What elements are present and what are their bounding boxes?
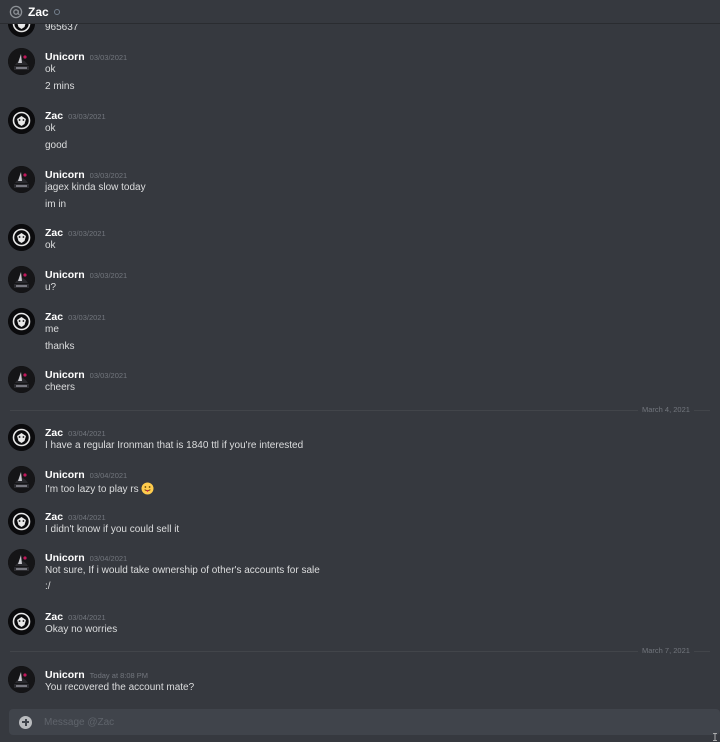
author-name[interactable]: Unicorn xyxy=(45,552,85,564)
timestamp: 03/03/2021 xyxy=(89,171,128,180)
author-name[interactable]: Unicorn xyxy=(45,51,85,63)
message-text: jagex kinda slow today xyxy=(45,182,146,193)
message-text: thanks xyxy=(45,341,75,352)
unicorn-avatar[interactable] xyxy=(8,48,35,75)
unicorn-avatar[interactable] xyxy=(8,166,35,193)
message-text: ok xyxy=(45,240,56,251)
offline-status-icon xyxy=(53,8,60,15)
message-text: I didn't know if you could sell it xyxy=(45,524,180,535)
lion-avatar[interactable] xyxy=(8,224,35,251)
message-composer xyxy=(9,709,720,735)
message-text: I'm too lazy to play rs xyxy=(45,484,139,495)
author-name[interactable]: Zac xyxy=(45,611,63,623)
author-name[interactable]: Unicorn xyxy=(45,269,85,281)
timestamp: 03/03/2021 xyxy=(89,371,128,380)
message-text: ok xyxy=(45,123,56,134)
timestamp: 03/03/2021 xyxy=(68,229,106,238)
lion-avatar[interactable] xyxy=(8,508,35,535)
timestamp: 03/03/2021 xyxy=(68,112,106,121)
author-name[interactable]: Zac xyxy=(45,511,63,523)
author-name[interactable]: Zac xyxy=(45,311,63,323)
unicorn-avatar[interactable] xyxy=(8,466,35,493)
author-name[interactable]: Zac xyxy=(45,227,63,239)
author-name[interactable]: Unicorn xyxy=(45,169,85,181)
unicorn-avatar[interactable] xyxy=(8,366,35,393)
lion-avatar[interactable] xyxy=(8,308,35,335)
lion-avatar[interactable] xyxy=(8,424,35,451)
message-text: I have a regular Ironman that is 1840 tt… xyxy=(45,440,304,451)
date-divider xyxy=(10,651,710,652)
author-name[interactable]: Zac xyxy=(45,110,63,122)
message-text: ok xyxy=(45,64,56,75)
message-list[interactable]: 965637 Unicorn 03/03/2021 ok 2 mins Zac 03… xyxy=(0,24,720,706)
unicorn-avatar[interactable] xyxy=(8,266,35,293)
timestamp: 03/04/2021 xyxy=(89,554,128,563)
message-text: cheers xyxy=(45,382,76,393)
timestamp: 03/04/2021 xyxy=(68,613,106,622)
message-text: good xyxy=(45,140,68,151)
message-input[interactable] xyxy=(44,712,720,732)
lion-avatar[interactable] xyxy=(8,24,35,37)
timestamp: 03/04/2021 xyxy=(68,513,106,522)
message-text: u? xyxy=(45,282,57,293)
date-divider xyxy=(10,410,710,411)
date-divider-label: March 4, 2021 xyxy=(638,405,694,414)
text-cursor-icon xyxy=(713,733,717,741)
timestamp: 03/04/2021 xyxy=(68,429,106,438)
tongue-out-emoji-icon[interactable] xyxy=(141,482,154,495)
timestamp: Today at 8:08 PM xyxy=(89,671,149,680)
author-name[interactable]: Unicorn xyxy=(45,669,85,681)
message-text: 965637 xyxy=(45,24,79,33)
date-divider-label: March 7, 2021 xyxy=(638,646,694,655)
author-name[interactable]: Unicorn xyxy=(45,369,85,381)
timestamp: 03/03/2021 xyxy=(68,313,106,322)
message-text: 2 mins xyxy=(45,81,75,92)
unicorn-avatar[interactable] xyxy=(8,549,35,576)
timestamp: 03/03/2021 xyxy=(89,53,128,62)
add-attachment-icon[interactable] xyxy=(19,715,32,729)
timestamp: 03/03/2021 xyxy=(89,271,128,280)
at-icon xyxy=(9,5,23,19)
message-text: Not sure, If i would take ownership of o… xyxy=(45,565,320,576)
message-text: im in xyxy=(45,199,67,210)
message-text: You recovered the account mate? xyxy=(45,682,195,693)
author-name[interactable]: Zac xyxy=(45,427,63,439)
author-name[interactable]: Unicorn xyxy=(45,469,85,481)
message-text: me xyxy=(45,324,59,335)
lion-avatar[interactable] xyxy=(8,608,35,635)
message-text: Okay no worries xyxy=(45,624,118,635)
timestamp: 03/04/2021 xyxy=(89,471,128,480)
message-text: :/ xyxy=(45,581,51,592)
channel-header: Zac xyxy=(0,0,720,24)
lion-avatar[interactable] xyxy=(8,107,35,134)
unicorn-avatar[interactable] xyxy=(8,666,35,693)
channel-name[interactable]: Zac xyxy=(28,5,49,19)
